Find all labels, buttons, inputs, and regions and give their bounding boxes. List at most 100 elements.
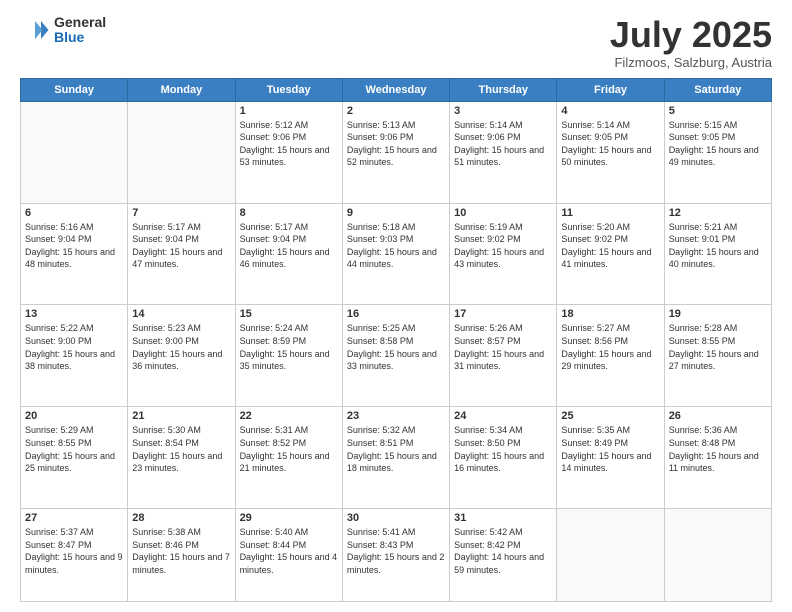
day-number: 27 [25, 512, 123, 524]
day-number: 7 [132, 207, 230, 219]
day-number: 9 [347, 207, 445, 219]
table-row: 20 Sunrise: 5:29 AMSunset: 8:55 PMDaylig… [21, 407, 128, 509]
day-number: 1 [240, 105, 338, 117]
table-row: 13 Sunrise: 5:22 AMSunset: 9:00 PMDaylig… [21, 305, 128, 407]
day-number: 8 [240, 207, 338, 219]
cell-info: Sunrise: 5:19 AMSunset: 9:02 PMDaylight:… [454, 221, 552, 271]
day-number: 2 [347, 105, 445, 117]
table-row [557, 509, 664, 602]
day-number: 26 [669, 410, 767, 422]
cell-info: Sunrise: 5:14 AMSunset: 9:06 PMDaylight:… [454, 119, 552, 169]
table-row: 4 Sunrise: 5:14 AMSunset: 9:05 PMDayligh… [557, 101, 664, 203]
day-number: 30 [347, 512, 445, 524]
table-row: 18 Sunrise: 5:27 AMSunset: 8:56 PMDaylig… [557, 305, 664, 407]
day-number: 15 [240, 308, 338, 320]
day-number: 4 [561, 105, 659, 117]
table-row: 26 Sunrise: 5:36 AMSunset: 8:48 PMDaylig… [664, 407, 771, 509]
cell-info: Sunrise: 5:17 AMSunset: 9:04 PMDaylight:… [240, 221, 338, 271]
calendar-table: Sunday Monday Tuesday Wednesday Thursday… [20, 78, 772, 602]
cell-info: Sunrise: 5:14 AMSunset: 9:05 PMDaylight:… [561, 119, 659, 169]
cell-info: Sunrise: 5:12 AMSunset: 9:06 PMDaylight:… [240, 119, 338, 169]
cell-info: Sunrise: 5:21 AMSunset: 9:01 PMDaylight:… [669, 221, 767, 271]
col-tuesday: Tuesday [235, 78, 342, 101]
table-row: 7 Sunrise: 5:17 AMSunset: 9:04 PMDayligh… [128, 203, 235, 305]
cell-info: Sunrise: 5:29 AMSunset: 8:55 PMDaylight:… [25, 424, 123, 474]
table-row: 2 Sunrise: 5:13 AMSunset: 9:06 PMDayligh… [342, 101, 449, 203]
day-number: 29 [240, 512, 338, 524]
table-row: 10 Sunrise: 5:19 AMSunset: 9:02 PMDaylig… [450, 203, 557, 305]
table-row: 31 Sunrise: 5:42 AMSunset: 8:42 PMDaylig… [450, 509, 557, 602]
cell-info: Sunrise: 5:15 AMSunset: 9:05 PMDaylight:… [669, 119, 767, 169]
cell-info: Sunrise: 5:34 AMSunset: 8:50 PMDaylight:… [454, 424, 552, 474]
cell-info: Sunrise: 5:24 AMSunset: 8:59 PMDaylight:… [240, 322, 338, 372]
cell-info: Sunrise: 5:40 AMSunset: 8:44 PMDaylight:… [240, 526, 338, 576]
day-number: 19 [669, 308, 767, 320]
cell-info: Sunrise: 5:26 AMSunset: 8:57 PMDaylight:… [454, 322, 552, 372]
table-row: 11 Sunrise: 5:20 AMSunset: 9:02 PMDaylig… [557, 203, 664, 305]
cell-info: Sunrise: 5:27 AMSunset: 8:56 PMDaylight:… [561, 322, 659, 372]
month-title: July 2025 [610, 15, 772, 55]
table-row: 21 Sunrise: 5:30 AMSunset: 8:54 PMDaylig… [128, 407, 235, 509]
table-row: 16 Sunrise: 5:25 AMSunset: 8:58 PMDaylig… [342, 305, 449, 407]
cell-info: Sunrise: 5:16 AMSunset: 9:04 PMDaylight:… [25, 221, 123, 271]
subtitle: Filzmoos, Salzburg, Austria [610, 55, 772, 70]
table-row: 3 Sunrise: 5:14 AMSunset: 9:06 PMDayligh… [450, 101, 557, 203]
col-thursday: Thursday [450, 78, 557, 101]
cell-info: Sunrise: 5:22 AMSunset: 9:00 PMDaylight:… [25, 322, 123, 372]
week-row-5: 27 Sunrise: 5:37 AMSunset: 8:47 PMDaylig… [21, 509, 772, 602]
cell-info: Sunrise: 5:41 AMSunset: 8:43 PMDaylight:… [347, 526, 445, 576]
cell-info: Sunrise: 5:32 AMSunset: 8:51 PMDaylight:… [347, 424, 445, 474]
table-row [21, 101, 128, 203]
cell-info: Sunrise: 5:37 AMSunset: 8:47 PMDaylight:… [25, 526, 123, 576]
table-row: 30 Sunrise: 5:41 AMSunset: 8:43 PMDaylig… [342, 509, 449, 602]
table-row: 17 Sunrise: 5:26 AMSunset: 8:57 PMDaylig… [450, 305, 557, 407]
cell-info: Sunrise: 5:23 AMSunset: 9:00 PMDaylight:… [132, 322, 230, 372]
day-number: 6 [25, 207, 123, 219]
table-row: 25 Sunrise: 5:35 AMSunset: 8:49 PMDaylig… [557, 407, 664, 509]
logo-blue-text: Blue [54, 30, 106, 45]
table-row [128, 101, 235, 203]
day-number: 23 [347, 410, 445, 422]
cell-info: Sunrise: 5:35 AMSunset: 8:49 PMDaylight:… [561, 424, 659, 474]
cell-info: Sunrise: 5:42 AMSunset: 8:42 PMDaylight:… [454, 526, 552, 576]
table-row: 28 Sunrise: 5:38 AMSunset: 8:46 PMDaylig… [128, 509, 235, 602]
day-number: 14 [132, 308, 230, 320]
table-row: 6 Sunrise: 5:16 AMSunset: 9:04 PMDayligh… [21, 203, 128, 305]
day-number: 28 [132, 512, 230, 524]
table-row: 27 Sunrise: 5:37 AMSunset: 8:47 PMDaylig… [21, 509, 128, 602]
day-number: 22 [240, 410, 338, 422]
cell-info: Sunrise: 5:13 AMSunset: 9:06 PMDaylight:… [347, 119, 445, 169]
page: General Blue July 2025 Filzmoos, Salzbur… [0, 0, 792, 612]
calendar-header-row: Sunday Monday Tuesday Wednesday Thursday… [21, 78, 772, 101]
logo-icon [20, 15, 50, 45]
cell-info: Sunrise: 5:28 AMSunset: 8:55 PMDaylight:… [669, 322, 767, 372]
week-row-3: 13 Sunrise: 5:22 AMSunset: 9:00 PMDaylig… [21, 305, 772, 407]
cell-info: Sunrise: 5:25 AMSunset: 8:58 PMDaylight:… [347, 322, 445, 372]
col-wednesday: Wednesday [342, 78, 449, 101]
logo: General Blue [20, 15, 106, 46]
table-row: 14 Sunrise: 5:23 AMSunset: 9:00 PMDaylig… [128, 305, 235, 407]
week-row-4: 20 Sunrise: 5:29 AMSunset: 8:55 PMDaylig… [21, 407, 772, 509]
table-row: 9 Sunrise: 5:18 AMSunset: 9:03 PMDayligh… [342, 203, 449, 305]
table-row: 12 Sunrise: 5:21 AMSunset: 9:01 PMDaylig… [664, 203, 771, 305]
day-number: 10 [454, 207, 552, 219]
cell-info: Sunrise: 5:38 AMSunset: 8:46 PMDaylight:… [132, 526, 230, 576]
day-number: 5 [669, 105, 767, 117]
cell-info: Sunrise: 5:18 AMSunset: 9:03 PMDaylight:… [347, 221, 445, 271]
cell-info: Sunrise: 5:20 AMSunset: 9:02 PMDaylight:… [561, 221, 659, 271]
day-number: 20 [25, 410, 123, 422]
table-row: 23 Sunrise: 5:32 AMSunset: 8:51 PMDaylig… [342, 407, 449, 509]
day-number: 24 [454, 410, 552, 422]
table-row: 15 Sunrise: 5:24 AMSunset: 8:59 PMDaylig… [235, 305, 342, 407]
logo-general-text: General [54, 15, 106, 30]
cell-info: Sunrise: 5:17 AMSunset: 9:04 PMDaylight:… [132, 221, 230, 271]
week-row-1: 1 Sunrise: 5:12 AMSunset: 9:06 PMDayligh… [21, 101, 772, 203]
table-row: 29 Sunrise: 5:40 AMSunset: 8:44 PMDaylig… [235, 509, 342, 602]
logo-text: General Blue [54, 15, 106, 46]
table-row [664, 509, 771, 602]
table-row: 8 Sunrise: 5:17 AMSunset: 9:04 PMDayligh… [235, 203, 342, 305]
day-number: 21 [132, 410, 230, 422]
day-number: 17 [454, 308, 552, 320]
day-number: 25 [561, 410, 659, 422]
cell-info: Sunrise: 5:30 AMSunset: 8:54 PMDaylight:… [132, 424, 230, 474]
